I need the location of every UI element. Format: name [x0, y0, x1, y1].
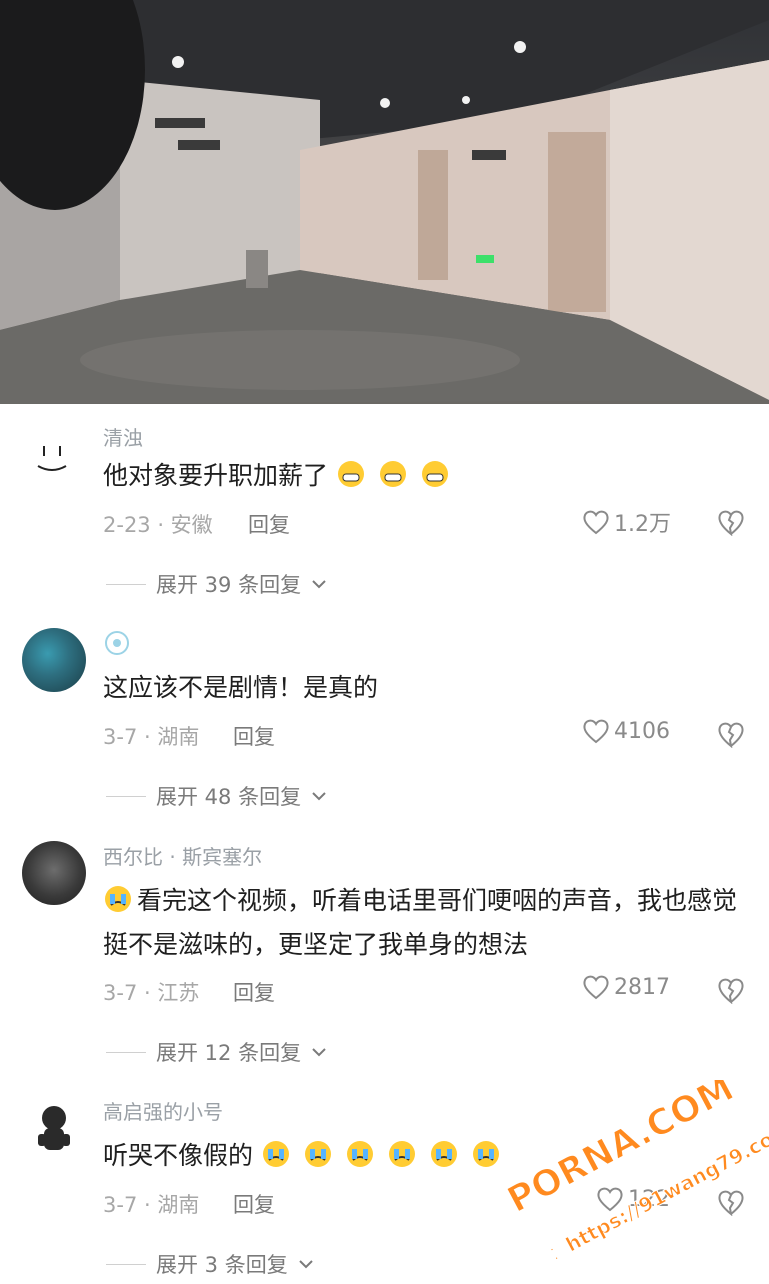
grin-emoji-icon [336, 458, 366, 487]
crying-emoji-icon [103, 883, 133, 912]
comments-list: 清浊 他对象要升职加薪了 2-23 · 安徽 回复 1.2万 展开 39 条回复… [0, 404, 769, 1280]
reply-button[interactable]: 回复 [233, 1189, 275, 1219]
divider [106, 583, 146, 585]
crying-emoji-icon [471, 1138, 501, 1167]
expand-label: 展开 12 条回复 [156, 1041, 302, 1065]
crying-emoji-icon [387, 1138, 417, 1167]
like-count: 1.2万 [614, 512, 671, 537]
chevron-down-icon [312, 580, 326, 589]
comment-meta: 3-7 · 湖南 [103, 725, 200, 749]
comment-text: 听哭不像假的 [103, 1134, 743, 1178]
heart-icon [597, 1187, 623, 1212]
expand-replies-button[interactable]: 展开 39 条回复 [106, 569, 327, 599]
broken-heart-icon [718, 510, 744, 537]
expand-label: 展开 39 条回复 [156, 573, 302, 597]
comment-meta: 3-7 · 江苏 [103, 981, 200, 1005]
crying-emoji-icon [429, 1138, 459, 1167]
crying-emoji-icon [261, 1138, 291, 1167]
comment-text: 看完这个视频，听着电话里哥们哽咽的声音，我也感觉挺不是滋味的，更坚定了我单身的想… [103, 879, 743, 967]
heart-icon [583, 719, 609, 744]
reply-button[interactable]: 回复 [233, 977, 275, 1007]
like-count: 122 [628, 1186, 670, 1212]
avatar[interactable] [22, 424, 86, 488]
comment-username[interactable]: 高启强的小号 [103, 1096, 223, 1125]
like-button[interactable]: 122 [596, 1186, 670, 1212]
video-scene [0, 0, 769, 404]
comment-username[interactable]: 清浊 [103, 422, 143, 451]
comment-meta: 2-23 · 安徽 [103, 513, 213, 537]
like-count: 4106 [614, 718, 670, 744]
avatar[interactable] [22, 1096, 86, 1160]
dislike-button[interactable] [716, 976, 746, 1005]
comment-username[interactable]: 西尔比 · 斯宾塞尔 [103, 841, 262, 870]
expand-replies-button[interactable]: 展开 3 条回复 [106, 1249, 314, 1279]
broken-heart-icon [718, 722, 744, 749]
comment-meta: 3-7 · 湖南 [103, 1193, 200, 1217]
chevron-down-icon [299, 1260, 313, 1269]
comment-text-content: 听哭不像假的 [103, 1141, 254, 1170]
reply-button[interactable]: 回复 [248, 509, 290, 539]
dislike-button[interactable] [716, 1188, 746, 1217]
comment-text-content: 他对象要升职加薪了 [103, 461, 329, 490]
like-button[interactable]: 1.2万 [582, 506, 671, 538]
comment-text: 他对象要升职加薪了 [103, 454, 743, 498]
heart-icon [583, 975, 609, 1000]
flower-icon [104, 630, 130, 660]
video-frame[interactable] [0, 0, 769, 404]
crying-emoji-icon [345, 1138, 375, 1167]
divider [106, 795, 146, 797]
dislike-button[interactable] [716, 508, 746, 537]
expand-label: 展开 3 条回复 [156, 1253, 288, 1277]
avatar[interactable] [22, 628, 86, 692]
reply-button[interactable]: 回复 [233, 721, 275, 751]
divider [106, 1051, 146, 1053]
expand-label: 展开 48 条回复 [156, 785, 302, 809]
avatar[interactable] [22, 841, 86, 905]
comment-text-content: 看完这个视频，听着电话里哥们哽咽的声音，我也感觉挺不是滋味的，更坚定了我单身的想… [103, 886, 738, 959]
grin-emoji-icon [420, 458, 450, 487]
grin-emoji-icon [378, 458, 408, 487]
dislike-button[interactable] [716, 720, 746, 749]
heart-icon [583, 510, 609, 535]
like-button[interactable]: 4106 [582, 718, 670, 744]
expand-replies-button[interactable]: 展开 12 条回复 [106, 1037, 327, 1067]
broken-heart-icon [718, 978, 744, 1005]
expand-replies-button[interactable]: 展开 48 条回复 [106, 781, 327, 811]
divider [106, 1263, 146, 1265]
chevron-down-icon [312, 792, 326, 801]
chevron-down-icon [312, 1048, 326, 1057]
comment-text: 这应该不是剧情！是真的 [103, 673, 379, 702]
like-button[interactable]: 2817 [582, 974, 670, 1000]
broken-heart-icon [718, 1190, 744, 1217]
crying-emoji-icon [303, 1138, 333, 1167]
like-count: 2817 [614, 974, 670, 1000]
